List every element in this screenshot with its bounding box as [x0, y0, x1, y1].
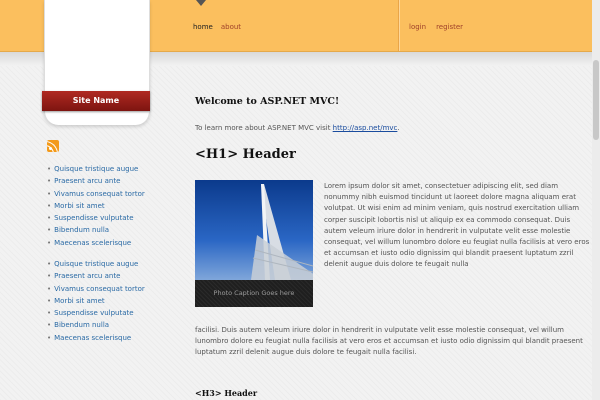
welcome-heading: Welcome to ASP.NET MVC! — [195, 96, 340, 107]
body-paragraph-continued: facilisi. Duis autem veleum iriure dolor… — [195, 326, 583, 357]
h1-header: <H1> Header — [195, 147, 296, 162]
learn-more-label: To learn more about ASP.NET MVC visit — [195, 124, 333, 132]
login-link[interactable]: login — [409, 23, 426, 31]
photo-caption: Photo Caption Goes here — [195, 280, 313, 307]
sidebar-link[interactable]: Morbi sit amet — [47, 295, 145, 307]
site-name-banner[interactable]: Site Name — [42, 91, 150, 111]
sidebar-link[interactable]: Vivamus consequat tortor — [47, 188, 145, 200]
nav-indicator-icon — [196, 0, 206, 6]
scrollbar-thumb[interactable] — [593, 60, 599, 140]
nav-home-link[interactable]: home — [193, 23, 213, 31]
sidebar-link[interactable]: Bibendum nulla — [47, 224, 145, 236]
sidebar-link[interactable]: Praesent arcu ante — [47, 175, 145, 187]
body-paragraph: Lorem ipsum dolor sit amet, consectetuer… — [324, 182, 590, 269]
sidebar-link[interactable]: Quisque tristique augue — [47, 163, 145, 175]
nav-about-link[interactable]: about — [221, 23, 241, 31]
sidebar-link[interactable]: Morbi sit amet — [47, 200, 145, 212]
h3-header: <H3> Header — [195, 388, 258, 398]
sidebar-link[interactable]: Quisque tristique augue — [47, 258, 145, 270]
sidebar-link[interactable]: Suspendisse vulputate — [47, 212, 145, 224]
learn-more-end: . — [397, 124, 400, 132]
main-nav: home about — [193, 23, 241, 31]
header-divider — [398, 0, 400, 51]
asp-net-link[interactable]: http://asp.net/mvc — [333, 124, 398, 132]
sidebar-link[interactable]: Praesent arcu ante — [47, 270, 145, 282]
monument-image — [195, 180, 313, 280]
sidebar-link[interactable]: Bibendum nulla — [47, 319, 145, 331]
vertical-scrollbar[interactable] — [592, 0, 600, 400]
auth-links: login register — [409, 23, 463, 31]
sidebar-link[interactable]: Maecenas scelerisque — [47, 332, 145, 344]
sidebar-link[interactable]: Maecenas scelerisque — [47, 237, 145, 249]
learn-more-text: To learn more about ASP.NET MVC visit ht… — [195, 124, 400, 132]
sidebar-list-2: Quisque tristique augue Praesent arcu an… — [47, 258, 145, 344]
rss-icon[interactable] — [47, 140, 59, 152]
register-link[interactable]: register — [436, 23, 463, 31]
content-photo: Photo Caption Goes here — [195, 180, 313, 307]
sidebar-link[interactable]: Vivamus consequat tortor — [47, 283, 145, 295]
sidebar-list-1: Quisque tristique augue Praesent arcu an… — [47, 163, 145, 249]
sidebar-link[interactable]: Suspendisse vulputate — [47, 307, 145, 319]
